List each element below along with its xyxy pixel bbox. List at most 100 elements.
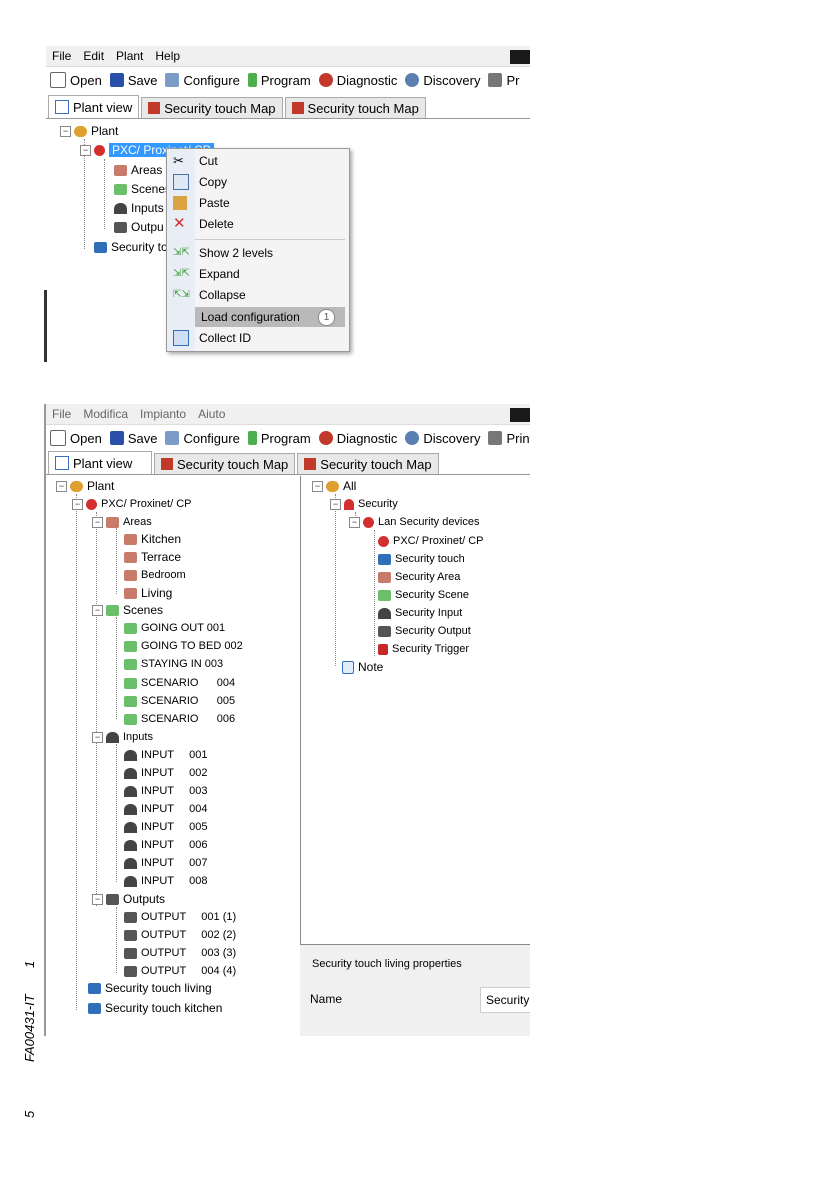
diagnostic-button[interactable]: Diagnostic [318, 73, 397, 88]
collapse-icon[interactable]: − [60, 125, 71, 137]
tree-node-scenes[interactable]: − Scenes [92, 602, 163, 618]
program-button[interactable]: Program [247, 73, 311, 88]
tree-node-outputs[interactable]: − Outputs [92, 891, 165, 907]
menu-help[interactable]: Help [149, 49, 186, 63]
tree-node-input[interactable]: INPUT 007 [124, 855, 207, 871]
collapse-icon[interactable]: − [56, 480, 67, 492]
tree-item-security-trigger[interactable]: Security Trigger [378, 641, 469, 657]
tree-node-area[interactable]: Living [124, 585, 172, 601]
menu-cut[interactable]: ✂ Cut [167, 151, 349, 171]
tree-node-scene[interactable]: SCENARIO 004 [124, 675, 235, 691]
menu-collapse[interactable]: ⇱⇲ Collapse [167, 285, 349, 305]
collapse-icon[interactable]: − [72, 498, 83, 510]
tree-node-input[interactable]: INPUT 004 [124, 801, 207, 817]
tree-node-inputs[interactable]: − Inputs [92, 729, 153, 745]
name-input[interactable]: Security t [480, 987, 530, 1013]
tree-node-input[interactable]: INPUT 008 [124, 873, 207, 889]
tree-node-output[interactable]: OUTPUT 002 (2) [124, 927, 236, 943]
tree-node-areas[interactable]: − Areas [92, 514, 152, 530]
menu-modifica[interactable]: Modifica [77, 407, 134, 421]
tab-security-touch-map-1[interactable]: Security touch Map [154, 453, 296, 474]
save-button[interactable]: Save [109, 431, 157, 446]
tree-item-security-touch[interactable]: Security touch [378, 551, 465, 567]
menu-collect-id[interactable]: Collect ID [167, 328, 349, 348]
collapse-icon[interactable]: − [312, 480, 323, 492]
tree-node-areas[interactable]: Areas [114, 162, 162, 178]
print-button[interactable]: Pr [488, 73, 519, 88]
tree-item-security-area[interactable]: Security Area [378, 569, 460, 585]
menu-expand[interactable]: ⇲⇱ Expand [167, 264, 349, 284]
tree-item-security-scene[interactable]: Security Scene [378, 587, 469, 603]
menu-paste[interactable]: Paste [167, 193, 349, 213]
cut-icon: ✂ [173, 153, 184, 168]
menu-delete[interactable]: ✕ Delete [167, 214, 349, 234]
program-button[interactable]: Program [247, 431, 311, 446]
menu-copy[interactable]: Copy [167, 172, 349, 192]
tree-item-pxc[interactable]: PXC/ Proxinet/ CP [378, 533, 483, 549]
open-button[interactable]: Open [50, 430, 102, 446]
tree-node-scene[interactable]: STAYING IN 003 [124, 656, 223, 672]
menu-load-configuration[interactable]: Load configuration 1 [195, 307, 345, 327]
collapse-icon[interactable]: − [80, 144, 91, 156]
menu-bar: File Modifica Impianto Aiuto [46, 404, 530, 425]
tree-item-security-input[interactable]: Security Input [378, 605, 462, 621]
menu-edit[interactable]: Edit [77, 49, 110, 63]
collapse-icon[interactable]: − [92, 604, 103, 616]
tree-node-scene[interactable]: GOING OUT 001 [124, 620, 225, 636]
tree-node-input[interactable]: INPUT 003 [124, 783, 207, 799]
open-button[interactable]: Open [50, 72, 102, 88]
scene-icon [114, 183, 127, 195]
tab-security-touch-map-1[interactable]: Security touch Map [141, 97, 283, 118]
menu-plant[interactable]: Plant [110, 49, 149, 63]
tree-node-output[interactable]: OUTPUT 003 (3) [124, 945, 236, 961]
menu-impianto[interactable]: Impianto [134, 407, 192, 421]
menu-aiuto[interactable]: Aiuto [192, 407, 231, 421]
tree-node-plant[interactable]: − Plant [56, 478, 114, 494]
tree-node-input[interactable]: INPUT 002 [124, 765, 207, 781]
discovery-button[interactable]: Discovery [405, 73, 480, 88]
tree-node-area[interactable]: Bedroom [124, 567, 186, 583]
collapse-icon[interactable]: − [330, 498, 341, 510]
tree-node-security[interactable]: − Security [330, 496, 398, 512]
tree-node-device[interactable]: − PXC/ Proxinet/ CP [72, 496, 191, 512]
tree-node-scene[interactable]: GOING TO BED 002 [124, 638, 243, 654]
collapse-icon[interactable]: − [92, 893, 103, 905]
tree-node-inputs[interactable]: Inputs [114, 200, 164, 216]
tree-node-plant[interactable]: − Plant [60, 123, 118, 139]
tree-node-scene[interactable]: SCENARIO 006 [124, 711, 235, 727]
menu-file[interactable]: File [46, 49, 77, 63]
menu-file[interactable]: File [46, 407, 77, 421]
collapse-icon[interactable]: − [349, 516, 360, 528]
tree-node-area[interactable]: Terrace [124, 549, 181, 565]
tab-plant-view[interactable]: Plant view [48, 95, 140, 118]
tree-node-area[interactable]: Kitchen [124, 531, 181, 547]
tree-node-scenes[interactable]: Scenes [114, 181, 171, 197]
collapse-icon[interactable]: − [92, 731, 103, 743]
tree-node-input[interactable]: INPUT 005 [124, 819, 207, 835]
configure-button[interactable]: Configure [165, 431, 240, 446]
configure-button[interactable]: Configure [165, 73, 240, 88]
tree-node-input[interactable]: INPUT 006 [124, 837, 207, 853]
discovery-button[interactable]: Discovery [405, 431, 480, 446]
tree-item-security-output[interactable]: Security Output [378, 623, 471, 639]
tab-security-touch-map-2[interactable]: Security touch Map [297, 453, 439, 474]
tree-node-output[interactable]: OUTPUT 004 (4) [124, 963, 236, 979]
expand-icon: ⇲⇱ [173, 268, 190, 279]
menu-show-2-levels[interactable]: ⇲⇱ Show 2 levels [167, 243, 349, 263]
tree-node-security-touch[interactable]: Security to [94, 239, 168, 255]
tree-node-all[interactable]: − All [312, 478, 356, 494]
save-button[interactable]: Save [109, 73, 157, 88]
tree-node-input[interactable]: INPUT 001 [124, 747, 207, 763]
tree-node-output[interactable]: OUTPUT 001 (1) [124, 909, 236, 925]
tree-node-outputs[interactable]: Outpu [114, 219, 164, 235]
collapse-icon[interactable]: − [92, 516, 103, 528]
diagnostic-button[interactable]: Diagnostic [318, 431, 397, 446]
tree-node-scene[interactable]: SCENARIO 005 [124, 693, 235, 709]
tab-security-touch-map-2[interactable]: Security touch Map [284, 97, 426, 118]
tree-node-security-touch[interactable]: Security touch living [88, 980, 212, 996]
print-button[interactable]: Print [488, 431, 530, 446]
tree-node-note[interactable]: Note [342, 659, 383, 675]
tree-node-security-touch[interactable]: Security touch kitchen [88, 1000, 222, 1016]
tab-plant-view[interactable]: Plant view [48, 451, 152, 474]
tree-node-lan-security[interactable]: − Lan Security devices [349, 514, 480, 530]
